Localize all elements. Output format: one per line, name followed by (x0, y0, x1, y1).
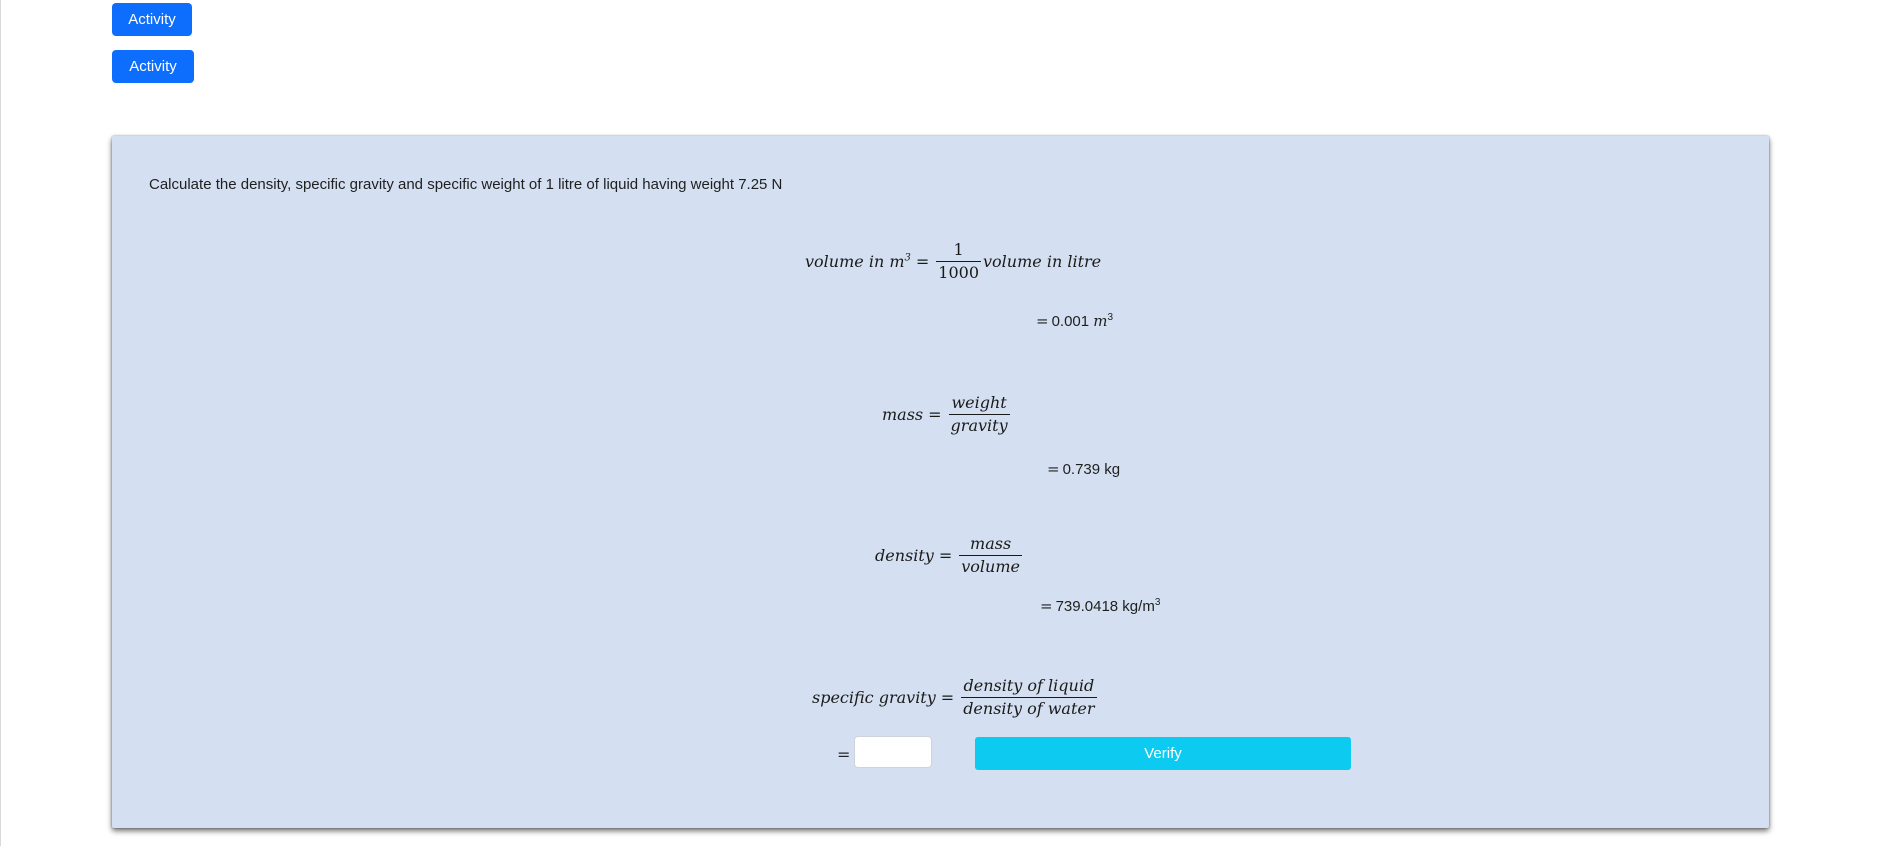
fraction-denominator: 1000 (936, 261, 981, 282)
specific-gravity-input[interactable] (854, 736, 932, 768)
fraction-denominator: gravity (948, 414, 1010, 435)
fraction-numerator: density of liquid (963, 676, 1095, 695)
activity-1-button[interactable]: Activity 1 (112, 3, 192, 61)
verify-button[interactable]: Verify (975, 737, 1351, 770)
specific-gravity-fraction: density of liquid density of water (961, 676, 1097, 718)
mass-lhs: mass (882, 405, 924, 424)
density-formula: density = mass volume (875, 535, 1024, 576)
mass-formula: mass = weight gravity (882, 394, 1012, 435)
fraction-denominator: density of water (961, 697, 1097, 718)
density-fraction: mass volume (959, 535, 1022, 576)
volume-formula: volume in m3 = 1 1000 volume in litre (805, 241, 1101, 282)
fraction-numerator: weight (951, 393, 1007, 412)
activity-2-button[interactable]: Activity 2 (112, 50, 194, 108)
density-lhs: density (875, 546, 934, 565)
problem-panel: Calculate the density, specific gravity … (112, 136, 1769, 828)
volume-lhs: volume in m3 (805, 252, 911, 271)
fraction-denominator: volume (959, 555, 1022, 576)
question-text: Calculate the density, specific gravity … (149, 176, 783, 193)
page-left-border (0, 0, 1, 846)
volume-rhs: volume in litre (983, 252, 1102, 271)
fraction-numerator: mass (970, 534, 1012, 553)
mass-result: = 0.739 kg (1047, 460, 1121, 478)
equals-sign: = (940, 688, 955, 707)
density-result: = 739.0418 kg/m3 (1040, 597, 1161, 615)
volume-result: = 0.001 m3 (1036, 312, 1114, 330)
fraction-numerator: 1 (953, 240, 964, 259)
equals-sign: = (928, 405, 942, 424)
equals-sign: = (915, 252, 930, 271)
specific-gravity-formula: specific gravity = density of liquid den… (812, 677, 1099, 718)
volume-fraction: 1 1000 (936, 241, 981, 282)
mass-fraction: weight gravity (948, 393, 1010, 435)
answer-equals-sign: = (837, 745, 851, 764)
specific-gravity-lhs: specific gravity (812, 688, 936, 707)
equals-sign: = (938, 546, 953, 565)
